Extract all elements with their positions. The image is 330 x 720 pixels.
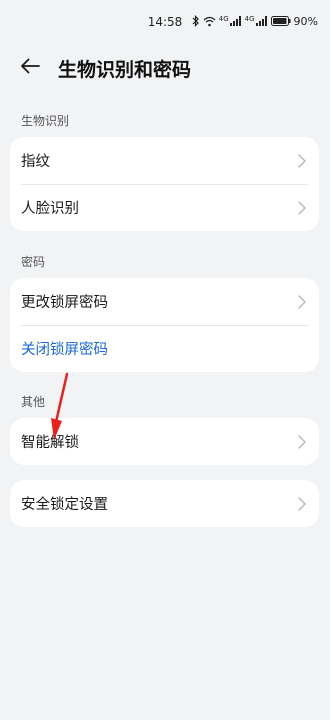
bluetooth-icon [192,15,200,27]
list-item-label: 更改锁屏密码 [21,295,108,311]
network-label-1: 4G [218,15,229,23]
chevron-right-icon [298,153,306,168]
section-label-biometrics: 生物识别 [21,114,70,128]
back-button[interactable] [14,54,46,82]
back-arrow-icon [20,58,40,78]
signal-icon-2: 4G [245,16,268,26]
signal-icon-1: 4G [219,16,242,26]
header: 生物识别和密码 [0,46,330,90]
biometrics-card: 指纹 人脸识别 [10,137,319,231]
password-card: 更改锁屏密码 关闭锁屏密码 [10,278,319,372]
list-item-label: 智能解锁 [21,435,79,451]
list-item-change-lock-password[interactable]: 更改锁屏密码 [10,278,319,325]
list-item-fingerprint[interactable]: 指纹 [10,137,319,184]
status-bar: 14:58 4G 4G 90% [0,0,330,46]
wifi-icon [203,16,216,27]
other-card: 智能解锁 [10,418,319,465]
chevron-right-icon [298,200,306,215]
list-item-label: 关闭锁屏密码 [21,342,108,358]
chevron-right-icon [298,434,306,449]
list-item-face-recognition[interactable]: 人脸识别 [10,184,319,231]
network-label-2: 4G [244,15,255,23]
list-item-security-lock-settings[interactable]: 安全锁定设置 [10,480,319,527]
section-label-other: 其他 [21,395,46,409]
list-item-disable-lock-password[interactable]: 关闭锁屏密码 [10,325,319,372]
list-item-smart-unlock[interactable]: 智能解锁 [10,418,319,465]
list-item-label: 人脸识别 [21,201,79,217]
list-item-label: 安全锁定设置 [21,497,108,513]
list-item-label: 指纹 [21,154,50,170]
status-icons: 4G 4G 90% [192,14,318,28]
section-label-password: 密码 [21,255,46,269]
battery-icon [270,16,291,26]
chevron-right-icon [298,294,306,309]
security-card: 安全锁定设置 [10,480,319,527]
battery-percent: 90% [293,14,318,28]
chevron-right-icon [298,496,306,511]
page-title: 生物识别和密码 [58,59,192,81]
